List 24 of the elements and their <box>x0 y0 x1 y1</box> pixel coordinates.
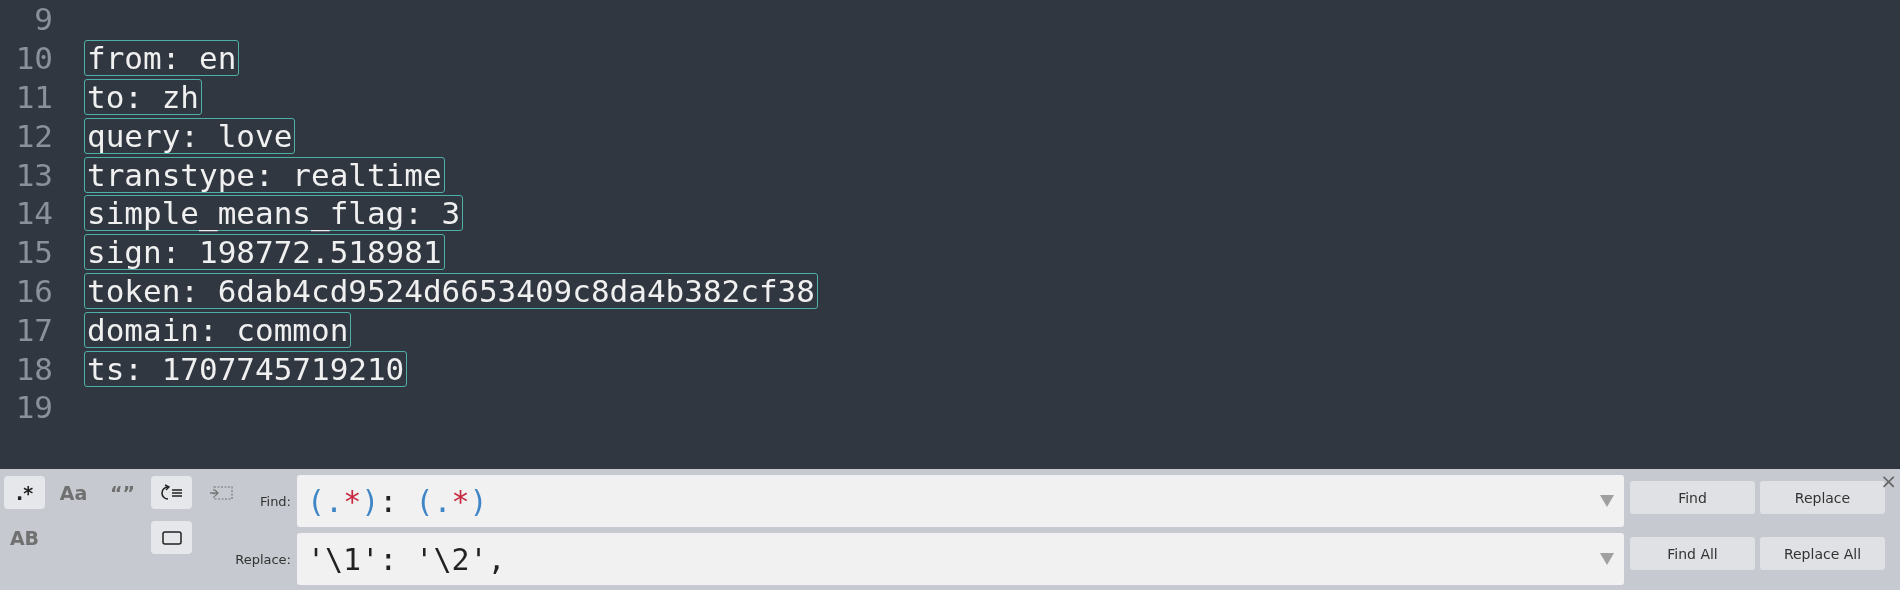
line-number: 19 <box>14 389 53 426</box>
line-number: 18 <box>14 350 53 387</box>
line-number: 13 <box>14 156 53 193</box>
in-selection-icon <box>208 484 233 501</box>
action-button[interactable]: Find <box>1630 481 1755 514</box>
action-button[interactable]: Find All <box>1630 537 1755 570</box>
highlight-toggle[interactable] <box>151 521 192 554</box>
find-field[interactable]: (.*): (.*) <box>297 475 1624 527</box>
line-number: 12 <box>14 117 53 154</box>
line-number: 11 <box>14 79 53 115</box>
line-number: 16 <box>14 272 53 309</box>
find-label: Find: <box>259 493 291 509</box>
line-number: 9 <box>33 1 53 38</box>
action-button[interactable]: Replace All <box>1760 537 1885 570</box>
replace-field[interactable]: '\1': '\2', <box>297 533 1624 585</box>
line-number: 10 <box>14 40 53 77</box>
line-number: 14 <box>14 195 53 232</box>
line-number: 15 <box>14 234 53 271</box>
option-toggle[interactable]: .* <box>4 476 45 509</box>
wrap-toggle[interactable] <box>151 476 192 509</box>
replace-label: Replace: <box>234 551 291 567</box>
wrap-icon <box>158 483 185 502</box>
rectangle-icon <box>160 529 183 546</box>
line-number: 17 <box>14 311 53 348</box>
